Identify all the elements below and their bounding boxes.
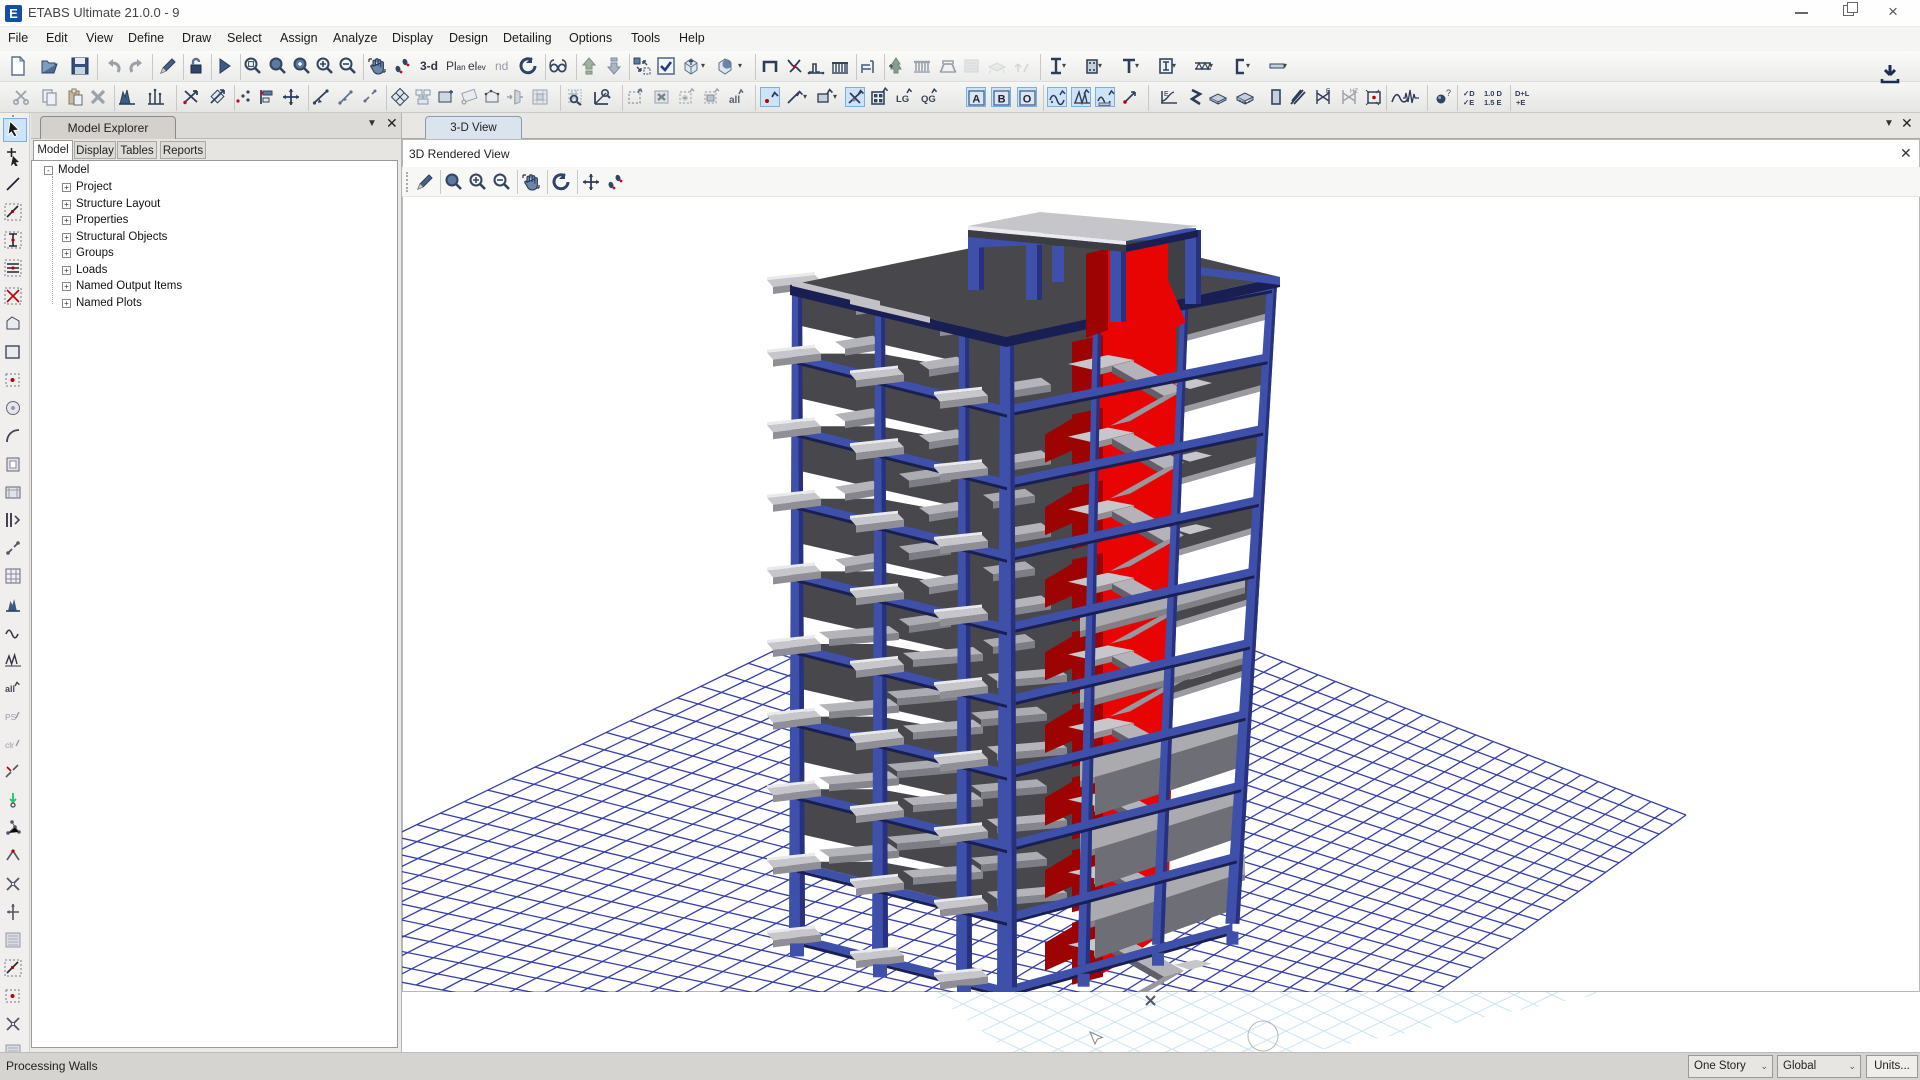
svg-text:1.0 D: 1.0 D	[1484, 89, 1503, 98]
svg-text:clr: clr	[5, 740, 14, 750]
svg-text:✓E: ✓E	[1463, 98, 1474, 107]
svg-text:HZ: HZ	[1350, 89, 1358, 95]
svg-text:E: E	[1164, 91, 1169, 98]
svg-text:QG: QG	[921, 94, 936, 105]
svg-text:B: B	[998, 94, 1006, 106]
svg-text:LG: LG	[896, 94, 909, 105]
svg-text:all: all	[5, 684, 15, 694]
svg-text:A: A	[972, 94, 980, 106]
svg-text:1.5 E: 1.5 E	[1484, 98, 1502, 107]
svg-text:PS: PS	[5, 712, 17, 722]
svg-text:D+L: D+L	[1515, 89, 1530, 98]
svg-text:?: ?	[1446, 88, 1451, 98]
svg-text:E: E	[1326, 88, 1331, 95]
svg-text:✓D: ✓D	[1463, 89, 1475, 98]
svg-text:O: O	[1023, 94, 1032, 106]
svg-text:all: all	[729, 95, 740, 106]
svg-text:+E: +E	[1516, 98, 1525, 107]
